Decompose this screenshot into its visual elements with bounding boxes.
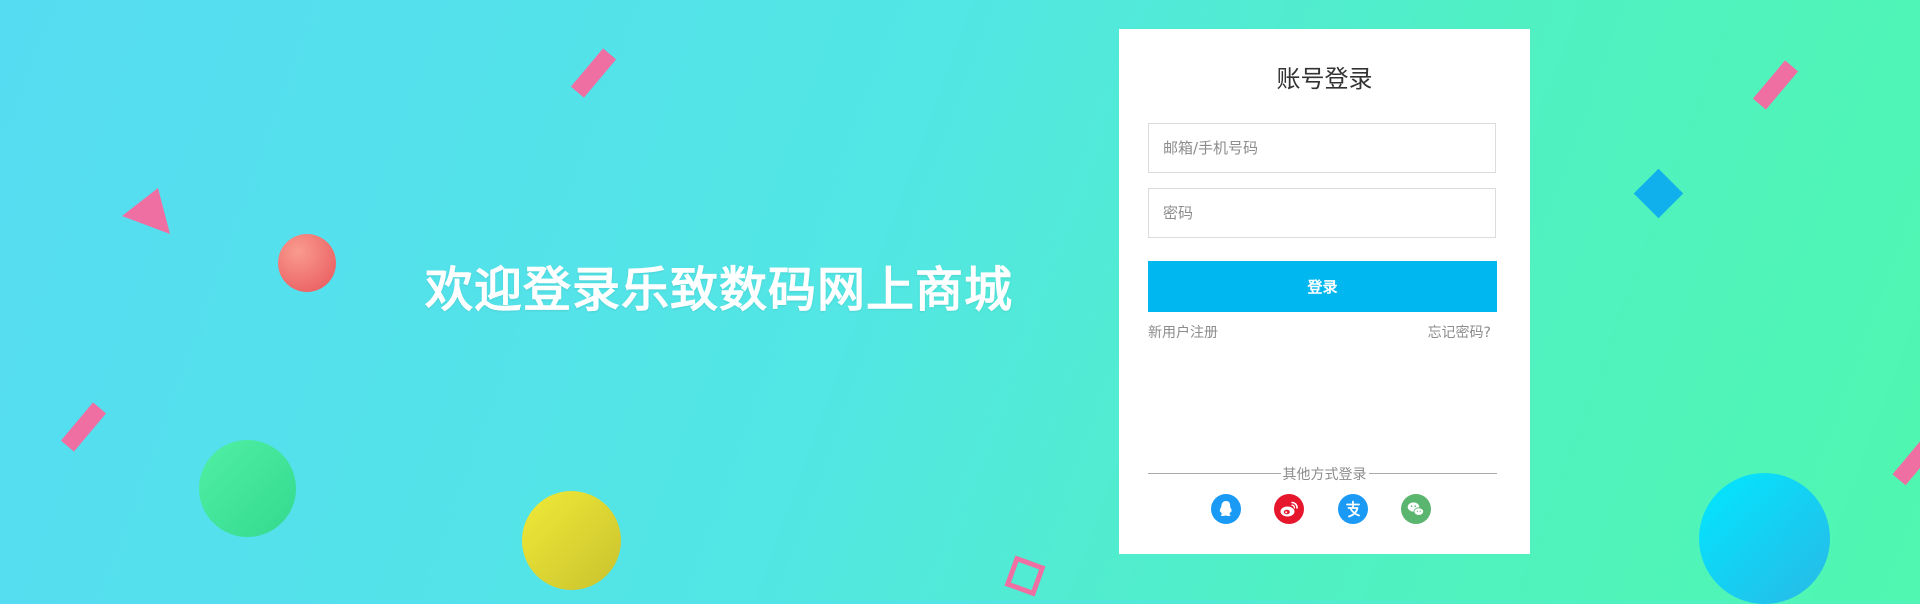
- login-button[interactable]: 登录: [1148, 261, 1497, 312]
- qq-login-button[interactable]: [1211, 494, 1241, 524]
- password-input[interactable]: [1148, 188, 1496, 238]
- forgot-password-link[interactable]: 忘记密码?: [1428, 322, 1491, 342]
- decor-pink-bar: [570, 48, 617, 98]
- alipay-login-button[interactable]: [1338, 494, 1368, 524]
- decor-red-ball: [278, 234, 336, 292]
- decor-pink-bar: [1892, 439, 1920, 486]
- weibo-icon: [1280, 501, 1298, 517]
- decor-pink-triangle: [122, 188, 170, 234]
- weibo-login-button[interactable]: [1274, 494, 1304, 524]
- wechat-login-button[interactable]: [1401, 494, 1431, 524]
- account-input[interactable]: [1148, 123, 1496, 173]
- login-panel: 账号登录 登录 新用户注册 忘记密码? 其他方式登录: [1119, 29, 1530, 554]
- register-link[interactable]: 新用户注册: [1148, 322, 1218, 342]
- decor-pink-bar: [60, 402, 107, 452]
- other-methods-text: 其他方式登录: [1280, 467, 1369, 483]
- qq-icon: [1219, 501, 1232, 517]
- welcome-heading: 欢迎登录乐致数码网上商城: [425, 262, 1014, 318]
- decor-green-ball: [199, 440, 296, 537]
- decor-pink-square-outline: [1004, 555, 1046, 597]
- decor-pink-bar: [1752, 60, 1799, 110]
- wechat-icon: [1407, 502, 1424, 516]
- decor-blue-diamond: [1633, 168, 1684, 219]
- login-title: 账号登录: [1276, 65, 1373, 93]
- alipay-icon: [1346, 500, 1360, 518]
- other-methods-label: 其他方式登录: [1119, 464, 1530, 484]
- decor-yellow-ball: [522, 491, 621, 590]
- decor-cyan-ball: [1699, 473, 1830, 604]
